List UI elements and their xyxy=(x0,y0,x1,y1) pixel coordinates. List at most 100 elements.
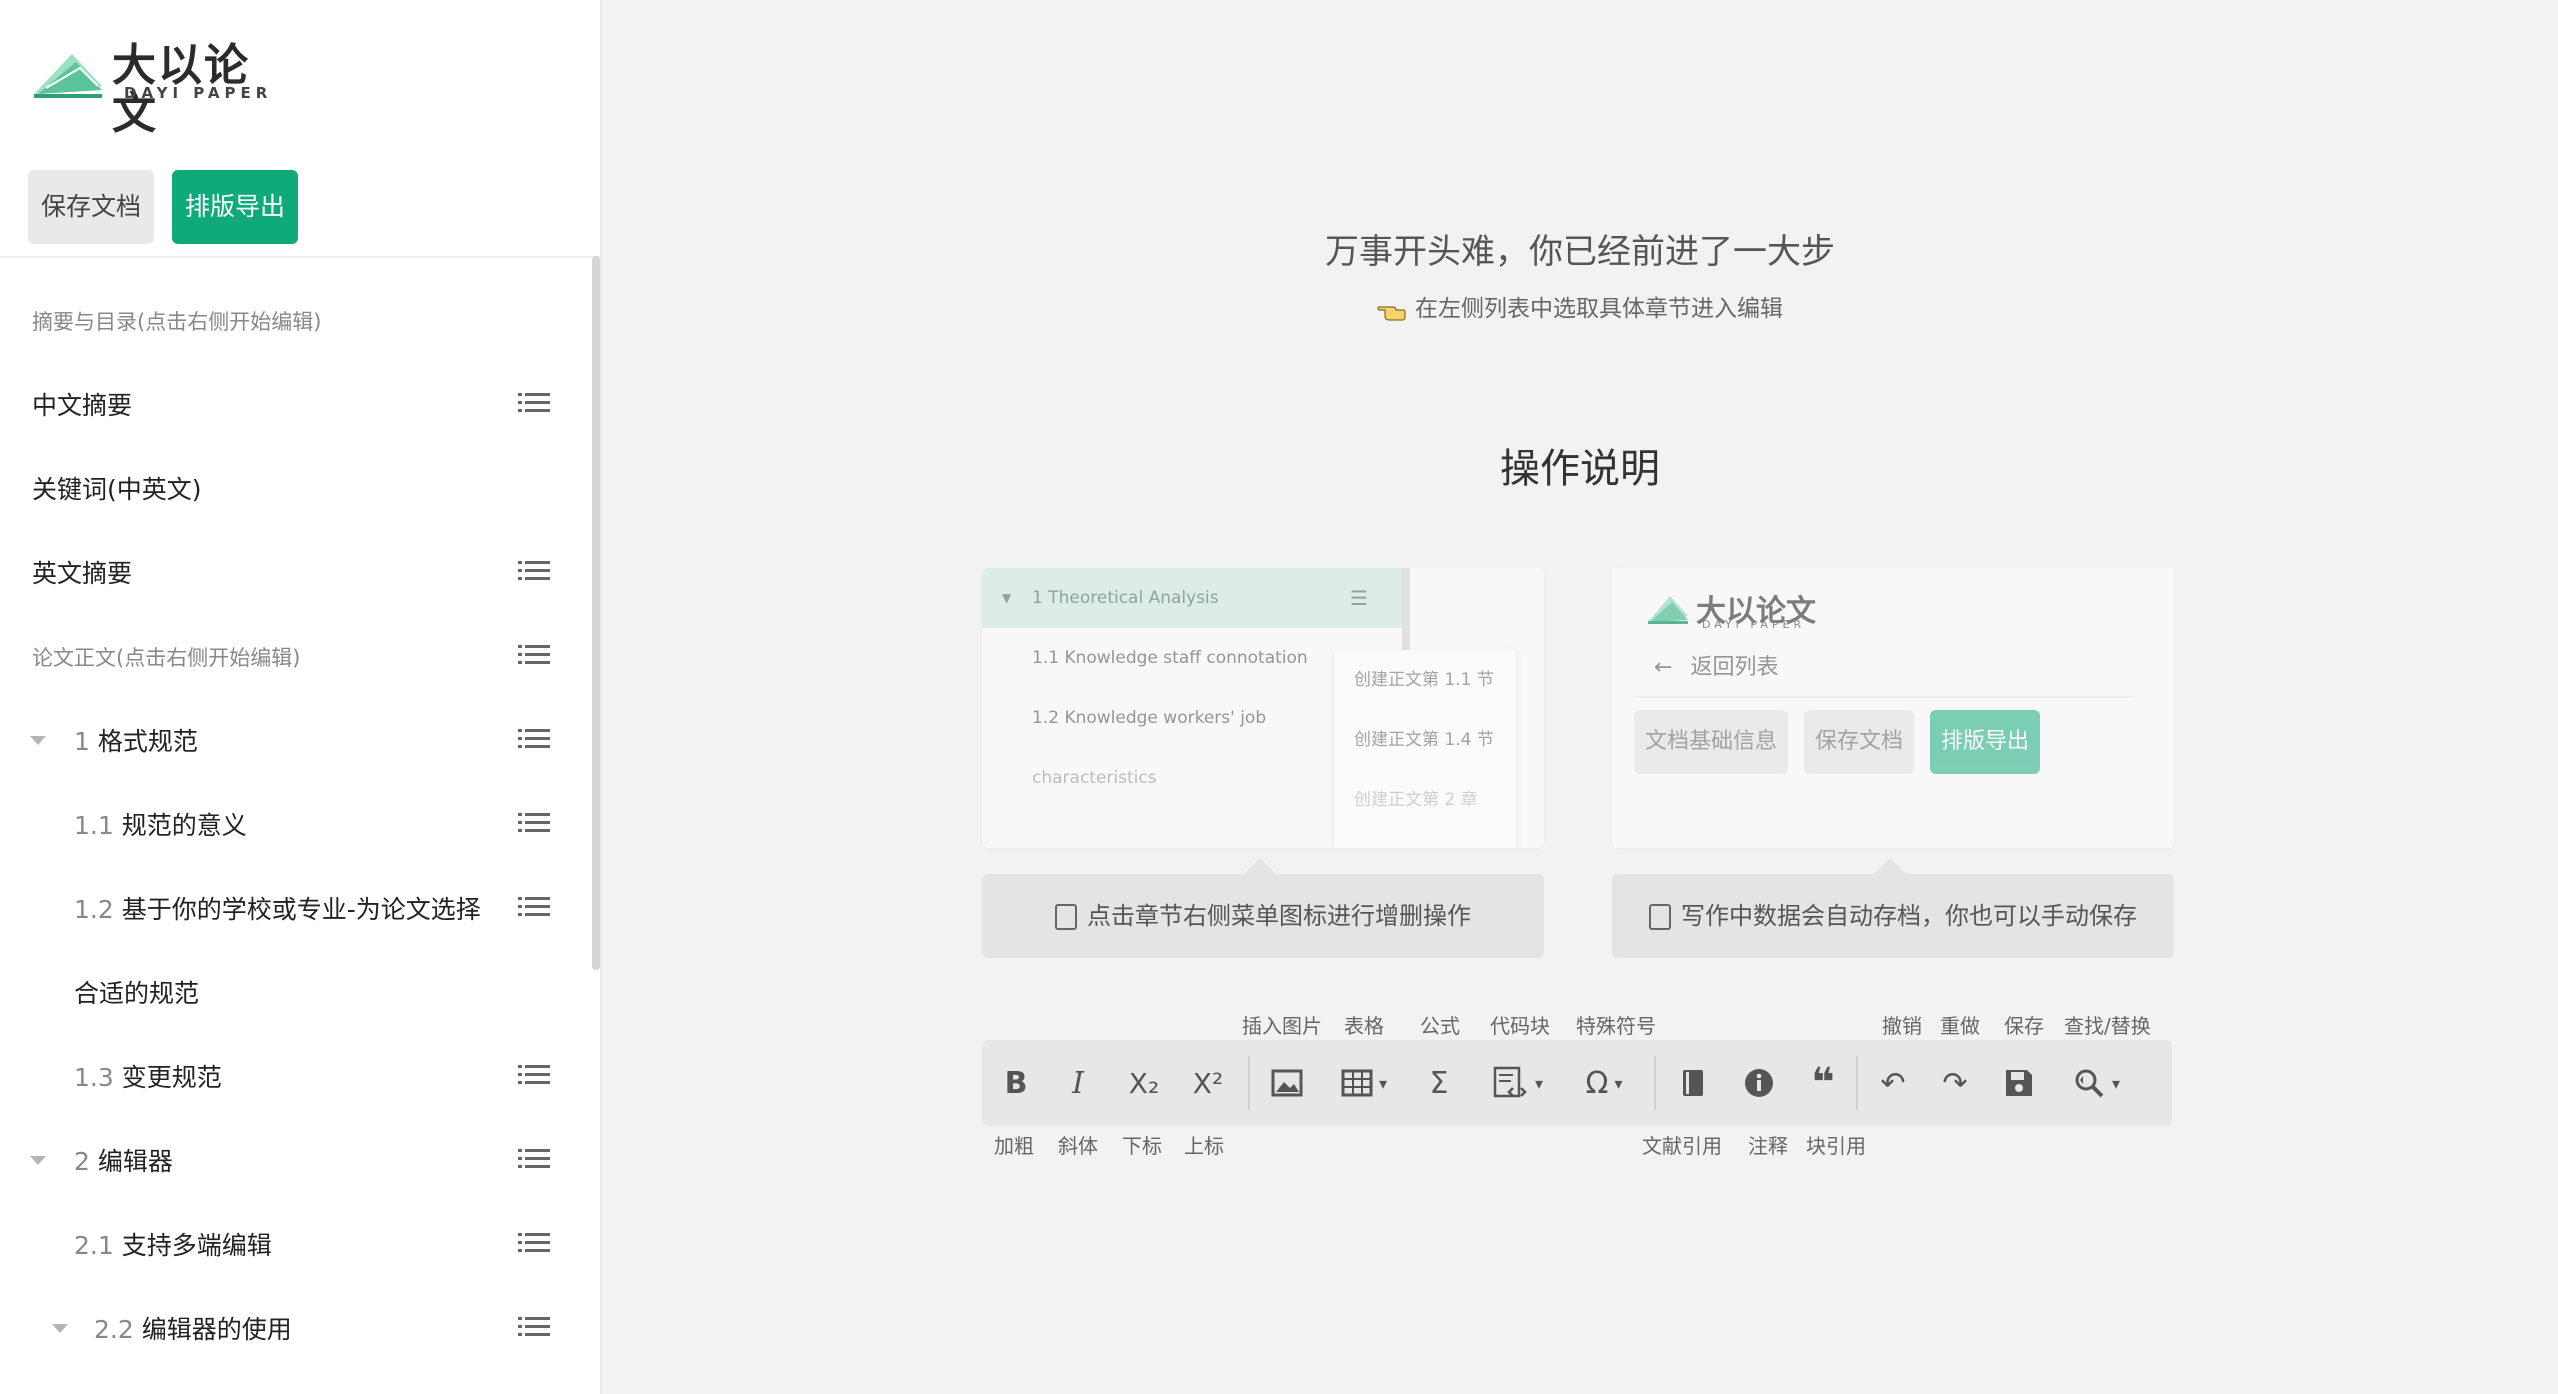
chevron-down-icon: ▾ xyxy=(1614,1073,1623,1093)
tree-item-keywords[interactable]: 关键词(中英文) xyxy=(0,448,590,532)
tree-item-label: 1.3 变更规范 xyxy=(74,1036,222,1120)
caret-down-icon[interactable] xyxy=(30,736,46,745)
omega-icon: Ω xyxy=(1585,1065,1609,1101)
group-abstract-toc: 摘要与目录(点击右侧开始编辑) xyxy=(0,280,590,364)
demo-logo-subtitle: DAYI PAPER xyxy=(1702,618,1806,631)
bold-button[interactable]: B xyxy=(994,1054,1038,1112)
arrow-left-icon: ← xyxy=(1654,655,1673,680)
demo-row-text: 1 Theoretical Analysis xyxy=(1032,588,1219,608)
chapter-number: 2 xyxy=(74,1147,90,1176)
demo-row-text: 1.2 Knowledge workers' job xyxy=(1032,708,1267,728)
demo-row-text: characteristics xyxy=(1032,768,1157,788)
tree-item-section-1-2-continued[interactable]: 合适的规范 xyxy=(0,952,590,1036)
tree-item-chapter-2[interactable]: 2 编辑器 xyxy=(0,1120,590,1204)
tip-caption-menu: 点击章节右侧菜单图标进行增删操作 xyxy=(982,874,1544,958)
tip-caption-save: 写作中数据会自动存档，你也可以手动保存 xyxy=(1612,874,2174,958)
section-title: 变更规范 xyxy=(121,1063,222,1092)
caret-down-icon[interactable] xyxy=(52,1324,68,1333)
find-replace-button[interactable]: ▾ xyxy=(2054,1054,2138,1112)
caret-down-icon: ▼ xyxy=(1002,591,1012,605)
insert-image-button[interactable] xyxy=(1262,1054,1312,1112)
pointing-hand-icon xyxy=(1377,305,1406,321)
tip-caption-text: 点击章节右侧菜单图标进行增删操作 xyxy=(1087,902,1471,930)
list-menu-icon[interactable] xyxy=(518,645,550,671)
demo-row-text: 1.1 Knowledge staff connotation xyxy=(1032,648,1308,668)
sidebar: 大以论文 DAYI PAPER 保存文档 排版导出 摘要与目录(点击右侧开始编辑… xyxy=(0,0,602,1394)
table-icon xyxy=(1341,1069,1373,1097)
tree-item-chapter-1[interactable]: 1 格式规范 xyxy=(0,700,590,784)
chapter-title: 格式规范 xyxy=(97,727,198,756)
list-menu-icon[interactable] xyxy=(518,393,550,419)
table-button[interactable]: ▾ xyxy=(1324,1054,1404,1112)
tree-item-chinese-abstract[interactable]: 中文摘要 xyxy=(0,364,590,448)
export-button[interactable]: 排版导出 xyxy=(172,170,298,244)
logo-mark-icon xyxy=(34,54,102,98)
tree-item-section-2-2[interactable]: 2.2 编辑器的使用 xyxy=(0,1288,590,1372)
redo-button[interactable]: ↷ xyxy=(1930,1054,1980,1112)
tree-item-label: 1 格式规范 xyxy=(74,700,198,784)
label-subscript: 下标 xyxy=(1122,1134,1162,1158)
demo-popup-menu: 创建正文第 1.1 节 创建正文第 1.4 节 创建正文第 2 章 xyxy=(1334,650,1516,848)
list-menu-icon[interactable] xyxy=(518,1149,550,1175)
toolbar-top-labels: 插入图片 表格 公式 代码块 特殊符号 撤销 重做 保存 查找/替换 xyxy=(602,1010,2558,1040)
label-citation: 文献引用 xyxy=(1642,1134,1722,1158)
demo-popup-item: 创建正文第 1.1 节 xyxy=(1354,670,1494,690)
chevron-down-icon: ▾ xyxy=(2111,1073,2121,1093)
list-menu-icon: ☰ xyxy=(1350,586,1368,610)
citation-button[interactable] xyxy=(1668,1054,1718,1112)
demo-chapter-row: ▼ 1 Theoretical Analysis ☰ xyxy=(982,568,1402,628)
demo-save-button: 保存文档 xyxy=(1804,710,1914,774)
label-superscript: 上标 xyxy=(1184,1134,1224,1158)
code-block-button[interactable]: ▾ xyxy=(1476,1054,1560,1112)
book-icon xyxy=(1683,1070,1703,1096)
tree-item-label: 合适的规范 xyxy=(74,979,200,1008)
blockquote-button[interactable]: ❝ xyxy=(1798,1054,1848,1112)
info-icon xyxy=(1745,1069,1773,1097)
tree-item-section-1-1[interactable]: 1.1 规范的意义 xyxy=(0,784,590,868)
demo-back-link: ← 返回列表 xyxy=(1654,646,1778,690)
tree-item-label: 2.1 支持多端编辑 xyxy=(74,1204,272,1288)
tree-item-section-1-3[interactable]: 1.3 变更规范 xyxy=(0,1036,590,1120)
demo-export-button: 排版导出 xyxy=(1930,710,2040,774)
save-document-button[interactable]: 保存文档 xyxy=(28,170,154,244)
label-code-block: 代码块 xyxy=(1490,1014,1550,1038)
demo-popup-item: 创建正文第 1.4 节 xyxy=(1354,730,1494,750)
logo: 大以论文 DAYI PAPER xyxy=(32,40,292,138)
group-label: 摘要与目录(点击右侧开始编辑) xyxy=(32,310,322,334)
sidebar-scrollbar[interactable] xyxy=(592,256,600,970)
tree-item-english-abstract[interactable]: 英文摘要 xyxy=(0,532,590,616)
tree-item-section-2-1[interactable]: 2.1 支持多端编辑 xyxy=(0,1204,590,1288)
undo-button[interactable]: ↶ xyxy=(1868,1054,1918,1112)
label-table: 表格 xyxy=(1344,1014,1384,1038)
label-special-char: 特殊符号 xyxy=(1576,1014,1656,1038)
toolbar-separator xyxy=(1248,1056,1250,1110)
list-menu-icon[interactable] xyxy=(518,729,550,755)
demo-back-text: 返回列表 xyxy=(1690,655,1779,680)
list-menu-icon[interactable] xyxy=(518,1317,550,1343)
list-menu-icon[interactable] xyxy=(518,561,550,587)
save-button[interactable] xyxy=(1994,1054,2044,1112)
list-menu-icon[interactable] xyxy=(518,1065,550,1091)
label-insert-image: 插入图片 xyxy=(1242,1014,1322,1038)
save-icon xyxy=(2006,1070,2032,1096)
label-bold: 加粗 xyxy=(994,1134,1034,1158)
tree-item-label: 英文摘要 xyxy=(32,559,133,588)
section-number: 1.2 xyxy=(74,895,114,924)
formula-button[interactable]: Σ xyxy=(1414,1054,1464,1112)
caret-down-icon[interactable] xyxy=(30,1156,46,1165)
tip-card-menu: ▼ 1 Theoretical Analysis ☰ 1.1 Knowledge… xyxy=(982,568,1544,848)
subscript-button[interactable]: X₂ xyxy=(1116,1054,1172,1112)
annotation-button[interactable] xyxy=(1734,1054,1784,1112)
section-number: 2.2 xyxy=(94,1315,134,1344)
special-char-button[interactable]: Ω ▾ xyxy=(1562,1054,1646,1112)
italic-button[interactable]: I xyxy=(1056,1054,1100,1112)
superscript-button[interactable]: X² xyxy=(1180,1054,1236,1112)
list-menu-icon[interactable] xyxy=(518,813,550,839)
tree-item-section-1-2[interactable]: 1.2 基于你的学校或专业-为论文选择 xyxy=(0,868,590,952)
list-menu-icon[interactable] xyxy=(518,897,550,923)
toolbar-separator xyxy=(1856,1056,1858,1110)
tree-item-label: 中文摘要 xyxy=(32,391,133,420)
label-annotation: 注释 xyxy=(1748,1134,1788,1158)
list-menu-icon[interactable] xyxy=(518,1233,550,1259)
section-title: 规范的意义 xyxy=(121,811,247,840)
